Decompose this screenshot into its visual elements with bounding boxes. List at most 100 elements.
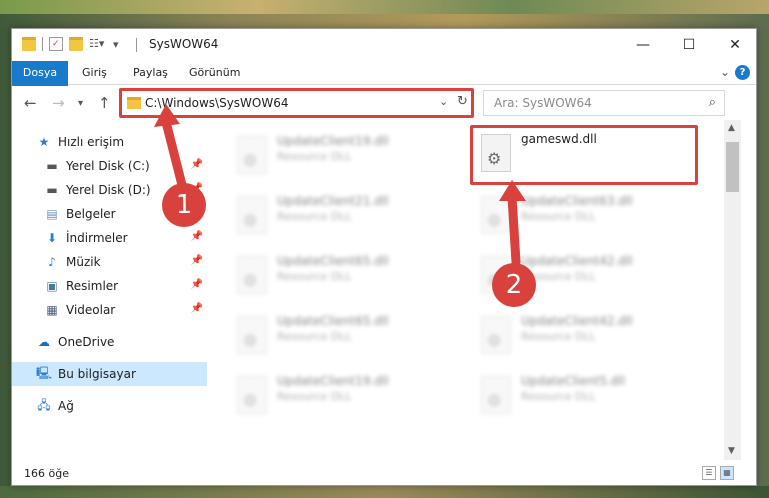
list-item[interactable]: ⚙ UpdateClient5.dll Resource DLL [471, 368, 701, 426]
sidebar-item-onedrive[interactable]: ☁ OneDrive [12, 330, 207, 354]
sidebar-item-label: Bu bilgisayar [58, 367, 136, 381]
close-button[interactable]: ✕ [712, 29, 756, 61]
file-type: Resource DLL [277, 390, 352, 403]
list-item[interactable]: ⚙ UpdateClient19.dll Resource DLL [227, 368, 457, 426]
file-name: UpdateClient21.dll [277, 194, 389, 208]
sidebar-item-label: OneDrive [58, 335, 115, 349]
separator [136, 38, 137, 52]
file-type: Resource DLL [277, 270, 352, 283]
new-folder-icon[interactable] [69, 37, 83, 51]
step-1-badge: 1 [162, 183, 206, 227]
sidebar-item-pictures[interactable]: ▣ Resimler 📌 [12, 274, 207, 298]
file-name: UpdateClient19.dll [277, 134, 389, 148]
quick-access-toolbar: ✓ ☷▾ ▾ [22, 37, 119, 51]
navigation-pane: ★ Hızlı erişim ▬ Yerel Disk (C:) 📌 ▬ Yer… [12, 120, 207, 460]
drive-icon: ▬ [46, 159, 58, 173]
video-icon: ▦ [46, 303, 58, 317]
sidebar-item-label: Resimler [66, 279, 119, 293]
minimize-button[interactable]: — [620, 29, 666, 61]
explorer-window: ✓ ☷▾ ▾ SysWOW64 — ☐ ✕ Dosya Giriş Paylaş… [11, 28, 757, 486]
document-icon: ▤ [46, 207, 58, 221]
file-type: Resource DLL [521, 330, 596, 343]
list-item[interactable]: ⚙ UpdateClient21.dll Resource DLL [227, 188, 457, 246]
vertical-scrollbar[interactable]: ▲ ▼ [724, 120, 741, 460]
search-input[interactable]: Ara: SysWOW64 [494, 96, 592, 110]
ribbon-tabs: Dosya Giriş Paylaş Görünüm ⌄ ? [12, 61, 756, 119]
tab-home[interactable]: Giriş [82, 61, 107, 85]
properties-icon[interactable]: ✓ [49, 37, 63, 51]
computer-icon: 🖳 [36, 365, 53, 380]
dll-file-icon: ⚙ [481, 376, 511, 414]
search-icon[interactable]: ⌕ [709, 95, 716, 110]
up-arrow-icon[interactable]: ↑ [98, 94, 111, 112]
sidebar-item-label: İndirmeler [66, 231, 128, 245]
sidebar-item-label: Yerel Disk (C:) [66, 159, 150, 173]
dll-file-icon: ⚙ [481, 316, 511, 354]
back-arrow-icon[interactable]: ← [24, 94, 37, 112]
dll-file-icon: ⚙ [481, 196, 511, 234]
sidebar-item-this-pc[interactable]: 🖳 Bu bilgisayar [12, 362, 207, 386]
tab-view[interactable]: Görünüm [189, 61, 240, 85]
drive-icon: ▬ [46, 183, 58, 197]
sidebar-item-label: Belgeler [66, 207, 116, 221]
list-item[interactable]: ⚙ UpdateClient42.dll Resource DLL [471, 308, 701, 366]
folder-icon [22, 37, 36, 51]
help-icon[interactable]: ? [735, 65, 750, 80]
pin-icon: 📌 [190, 303, 203, 314]
recent-locations-icon[interactable]: ▾ [78, 98, 83, 109]
file-name: UpdateClient65.dll [277, 254, 389, 268]
pictures-icon: ▣ [46, 279, 58, 293]
pin-icon: 📌 [190, 255, 203, 266]
file-name: UpdateClient5.dll [521, 374, 625, 388]
scroll-up-icon[interactable]: ▲ [728, 123, 735, 133]
details-view-icon[interactable]: ☰ [702, 466, 716, 480]
dll-file-icon: ⚙ [237, 316, 267, 354]
expand-ribbon-icon[interactable]: ⌄ [720, 65, 730, 79]
network-icon: 🖧 [37, 397, 51, 412]
scroll-down-icon[interactable]: ▼ [728, 446, 735, 456]
pin-icon: 📌 [190, 279, 203, 290]
dll-file-icon: ⚙ [237, 256, 267, 294]
sidebar-item-disk-c[interactable]: ▬ Yerel Disk (C:) 📌 [12, 154, 207, 178]
list-item[interactable]: ⚙ UpdateClient65.dll Resource DLL [227, 248, 457, 306]
sidebar-item-videos[interactable]: ▦ Videolar 📌 [12, 298, 207, 322]
dll-file-icon: ⚙ [237, 376, 267, 414]
sidebar-item-label: Müzik [66, 255, 101, 269]
list-item[interactable]: ⚙ UpdateClient63.dll Resource DLL [471, 188, 701, 246]
music-icon: ♪ [48, 255, 56, 269]
status-bar: 166 öğe ☰ ▦ [12, 460, 756, 485]
sidebar-item-network[interactable]: 🖧 Ağ [12, 394, 207, 418]
file-name: UpdateClient65.dll [277, 314, 389, 328]
list-item[interactable]: ⚙ UpdateClient65.dll Resource DLL [227, 308, 457, 366]
file-name: UpdateClient42.dll [521, 314, 633, 328]
step-2-badge: 2 [492, 263, 536, 307]
large-icons-view-icon[interactable]: ▦ [720, 466, 734, 480]
file-name: UpdateClient63.dll [521, 194, 633, 208]
file-type: Resource DLL [277, 210, 352, 223]
forward-arrow-icon[interactable]: → [52, 94, 65, 112]
customize-toolbar-icon[interactable]: ☷▾ [89, 37, 104, 51]
sidebar-item-label: Hızlı erişim [58, 135, 125, 149]
sidebar-item-label: Yerel Disk (D:) [66, 183, 151, 197]
pin-icon: 📌 [190, 231, 203, 242]
sidebar-item-music[interactable]: ♪ Müzik 📌 [12, 250, 207, 274]
sidebar-item-label: Ağ [58, 399, 74, 413]
file-name: UpdateClient42.dll [521, 254, 633, 268]
file-type: Resource DLL [521, 210, 596, 223]
item-count: 166 öğe [24, 467, 69, 480]
tab-share[interactable]: Paylaş [133, 61, 168, 85]
sidebar-item-quick-access[interactable]: ★ Hızlı erişim [12, 130, 207, 154]
sidebar-item-downloads[interactable]: ⬇ İndirmeler 📌 [12, 226, 207, 250]
scrollbar-thumb[interactable] [726, 142, 739, 192]
cloud-icon: ☁ [38, 335, 50, 349]
maximize-button[interactable]: ☐ [666, 29, 712, 61]
qat-dropdown-icon[interactable]: ▾ [113, 38, 119, 51]
list-item[interactable]: ⚙ UpdateClient19.dll Resource DLL [227, 128, 457, 186]
navigation-bar: ← → ▾ ↑ C:\Windows\SysWOW64 ⌄ ↻ Ara: Sys… [12, 86, 756, 120]
search-box[interactable]: Ara: SysWOW64 ⌕ [483, 90, 725, 116]
sidebar-item-label: Videolar [66, 303, 116, 317]
window-title: SysWOW64 [149, 37, 219, 51]
desktop-strip-top [0, 0, 769, 14]
dll-file-icon: ⚙ [237, 136, 267, 174]
desktop-strip-bottom [0, 486, 769, 498]
